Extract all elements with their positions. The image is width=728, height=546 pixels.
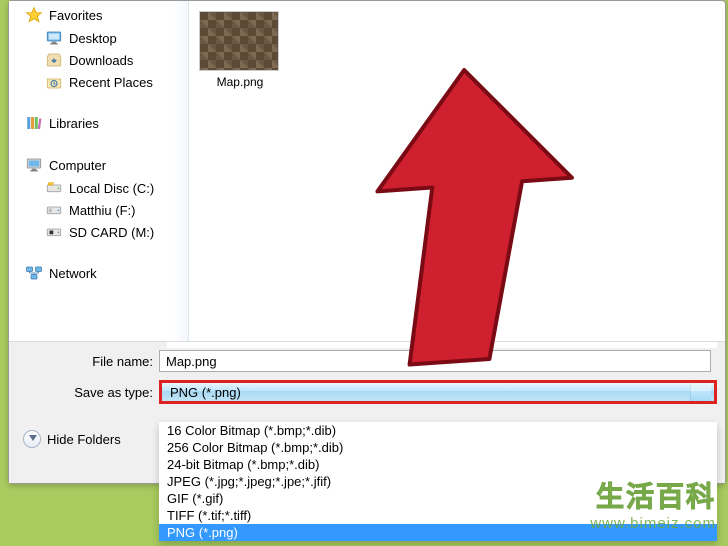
nav-item-desktop[interactable]: Desktop — [9, 27, 188, 49]
file-thumbnail — [199, 11, 279, 71]
savetype-option[interactable]: JPEG (*.jpg;*.jpeg;*.jpe;*.jfif) — [159, 473, 717, 490]
libraries-header[interactable]: Libraries — [9, 111, 188, 135]
downloads-icon — [45, 51, 63, 69]
filename-input[interactable] — [159, 350, 711, 372]
savetype-option[interactable]: 16 Color Bitmap (*.bmp;*.dib) — [159, 422, 717, 439]
save-as-dialog: Favorites Desktop Downloads Recent Place… — [8, 0, 726, 484]
navigation-pane[interactable]: Favorites Desktop Downloads Recent Place… — [9, 1, 189, 341]
usb-drive-icon — [45, 201, 63, 219]
computer-header[interactable]: Computer — [9, 153, 188, 177]
savetype-dropdown-list[interactable]: 16 Color Bitmap (*.bmp;*.dib)256 Color B… — [159, 422, 717, 541]
nav-item-local-disc-c[interactable]: Local Disc (C:) — [9, 177, 188, 199]
libraries-label: Libraries — [49, 116, 99, 131]
libraries-icon — [25, 114, 43, 132]
savetype-option[interactable]: PNG (*.png) — [159, 524, 717, 541]
nav-item-drive-f[interactable]: Matthiu (F:) — [9, 199, 188, 221]
network-icon — [25, 264, 43, 282]
filename-label: File name: — [9, 354, 159, 369]
sd-card-icon — [45, 223, 63, 241]
dialog-main-area: Favorites Desktop Downloads Recent Place… — [9, 1, 725, 341]
drive-icon — [45, 179, 63, 197]
chevron-down-icon — [23, 430, 41, 448]
nav-item-label: Local Disc (C:) — [69, 181, 154, 196]
favorites-header[interactable]: Favorites — [9, 3, 188, 27]
nav-item-label: Matthiu (F:) — [69, 203, 135, 218]
favorites-label: Favorites — [49, 8, 102, 23]
star-icon — [25, 6, 43, 24]
network-header[interactable]: Network — [9, 261, 188, 285]
computer-label: Computer — [49, 158, 106, 173]
filename-row: File name: — [9, 350, 725, 372]
file-item-map[interactable]: Map.png — [199, 11, 281, 89]
savetype-combobox[interactable]: PNG (*.png) — [159, 380, 717, 404]
file-thumbnail-label: Map.png — [199, 75, 281, 89]
savetype-label: Save as type: — [9, 385, 159, 400]
hide-folders-label: Hide Folders — [47, 432, 121, 447]
savetype-option[interactable]: 256 Color Bitmap (*.bmp;*.dib) — [159, 439, 717, 456]
desktop-icon — [45, 29, 63, 47]
savetype-option[interactable]: TIFF (*.tif;*.tiff) — [159, 507, 717, 524]
savetype-row: Save as type: PNG (*.png) Monochrome Bit… — [9, 380, 725, 404]
savetype-option[interactable]: GIF (*.gif) — [159, 490, 717, 507]
network-label: Network — [49, 266, 97, 281]
file-list-pane[interactable]: Map.png — [189, 1, 725, 341]
savetype-option[interactable]: 24-bit Bitmap (*.bmp;*.dib) — [159, 456, 717, 473]
hide-folders-button[interactable]: Hide Folders — [23, 430, 121, 448]
recent-places-icon — [45, 73, 63, 91]
nav-item-label: SD CARD (M:) — [69, 225, 154, 240]
savetype-value: PNG (*.png) — [170, 385, 241, 400]
nav-item-drive-m[interactable]: SD CARD (M:) — [9, 221, 188, 243]
nav-item-label: Desktop — [69, 31, 117, 46]
nav-item-label: Downloads — [69, 53, 133, 68]
nav-item-label: Recent Places — [69, 75, 153, 90]
nav-item-recent-places[interactable]: Recent Places — [9, 71, 188, 93]
computer-icon — [25, 156, 43, 174]
nav-item-downloads[interactable]: Downloads — [9, 49, 188, 71]
dialog-bottom-panel: File name: Save as type: PNG (*.png) Mon… — [9, 341, 725, 483]
